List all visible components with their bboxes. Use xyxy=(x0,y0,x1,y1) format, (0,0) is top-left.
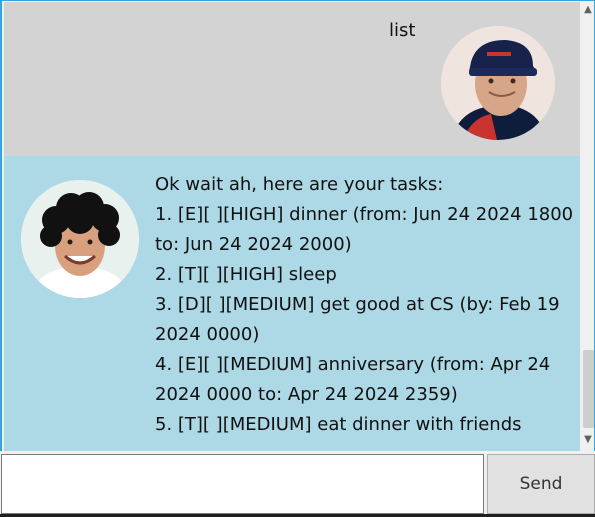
scroll-down-icon[interactable]: ▼ xyxy=(580,433,594,447)
bot-avatar-image xyxy=(21,180,139,298)
message-input[interactable] xyxy=(1,454,484,514)
bot-line: to: Jun 24 2024 2000) xyxy=(155,234,352,255)
scroll-thumb[interactable] xyxy=(583,350,594,428)
send-button[interactable]: Send xyxy=(487,454,595,514)
bot-message-row: Ok wait ah, here are your tasks: 1. [E][… xyxy=(4,156,580,451)
user-message-text: list xyxy=(389,20,416,41)
bot-line: 3. [D][ ][MEDIUM] get good at CS (by: Fe… xyxy=(155,294,560,315)
bot-line: 1. [E][ ][HIGH] dinner (from: Jun 24 202… xyxy=(155,204,574,225)
bot-line: Ok wait ah, here are your tasks: xyxy=(155,174,444,195)
bot-message-text: Ok wait ah, here are your tasks: 1. [E][… xyxy=(155,170,574,440)
bot-line: 4. [E][ ][MEDIUM] anniversary (from: Apr… xyxy=(155,354,551,375)
vertical-scrollbar[interactable]: ▲ ▼ xyxy=(580,1,594,451)
scroll-up-icon[interactable]: ▲ xyxy=(580,3,594,17)
bot-line: 5. [T][ ][MEDIUM] eat dinner with friend… xyxy=(155,414,522,435)
bot-line: 2024 0000) xyxy=(155,324,260,345)
bot-line: 2024 0000 to: Apr 24 2024 2359) xyxy=(155,384,458,405)
user-avatar-image xyxy=(441,26,555,140)
bot-line: 2. [T][ ][HIGH] sleep xyxy=(155,264,337,285)
user-message-row: list xyxy=(4,2,580,156)
chat-window: list Ok wait ah, here are your tasks: 1.… xyxy=(0,0,595,451)
bot-avatar xyxy=(21,180,139,298)
user-avatar xyxy=(441,26,555,140)
input-bar: Send xyxy=(0,451,595,517)
